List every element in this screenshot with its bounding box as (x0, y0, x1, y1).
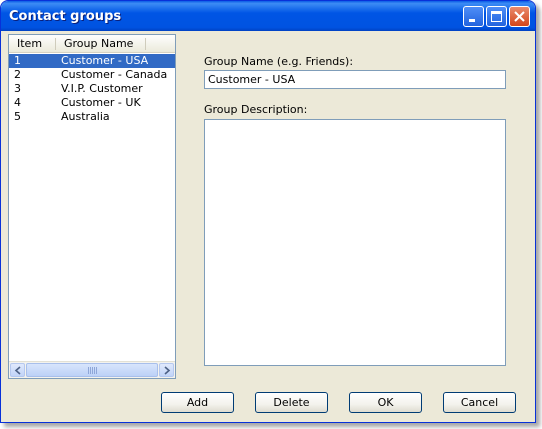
item-number: 1 (14, 54, 21, 67)
column-header-group-name[interactable]: Group Name (64, 37, 133, 50)
list-item[interactable]: 5 Australia (9, 110, 175, 124)
maximize-icon (491, 11, 502, 22)
title-bar[interactable]: Contact groups (1, 1, 535, 31)
list-header: Item Group Name (9, 35, 175, 53)
group-name: Australia (61, 110, 110, 123)
horizontal-scrollbar[interactable] (9, 361, 175, 378)
group-name-label: Group Name (e.g. Friends): (204, 55, 354, 68)
item-number: 3 (14, 82, 21, 95)
list-item[interactable]: 3 V.I.P. Customer (9, 82, 175, 96)
arrow-left-icon (14, 366, 21, 375)
item-number: 4 (14, 96, 21, 109)
group-description-input[interactable] (204, 119, 506, 366)
ok-button[interactable]: OK (349, 392, 422, 413)
scroll-right-button[interactable] (159, 363, 174, 377)
item-number: 5 (14, 110, 21, 123)
group-name: V.I.P. Customer (61, 82, 143, 95)
group-name: Customer - UK (61, 96, 141, 109)
group-name: Customer - USA (61, 54, 149, 67)
close-icon (514, 11, 525, 22)
contact-groups-window: Contact groups Item Group Name 1 Custome… (0, 0, 536, 423)
minimize-icon (469, 19, 475, 22)
cancel-button[interactable]: Cancel (443, 392, 516, 413)
group-name: Customer - Canada (61, 68, 168, 81)
column-divider[interactable] (145, 38, 146, 50)
list-rows: 1 Customer - USA 2 Customer - Canada 3 V.I.P.… (9, 54, 175, 124)
delete-button[interactable]: Delete (255, 392, 328, 413)
list-item[interactable]: 2 Customer - Canada (9, 68, 175, 82)
maximize-button[interactable] (486, 6, 507, 27)
window-title: Contact groups (9, 9, 122, 24)
column-header-item[interactable]: Item (17, 37, 42, 50)
group-description-label: Group Description: (204, 103, 308, 116)
list-item[interactable]: 4 Customer - UK (9, 96, 175, 110)
minimize-button[interactable] (463, 6, 484, 27)
scroll-left-button[interactable] (10, 363, 25, 377)
item-number: 2 (14, 68, 21, 81)
close-button[interactable] (509, 6, 530, 27)
add-button[interactable]: Add (161, 392, 234, 413)
group-name-input[interactable] (204, 70, 506, 89)
scroll-thumb[interactable] (26, 363, 158, 377)
list-item[interactable]: 1 Customer - USA (9, 54, 175, 68)
column-divider[interactable] (55, 38, 56, 50)
grip-icon (88, 367, 97, 374)
group-list[interactable]: Item Group Name 1 Customer - USA 2 Customer… (8, 34, 176, 379)
arrow-right-icon (164, 366, 171, 375)
